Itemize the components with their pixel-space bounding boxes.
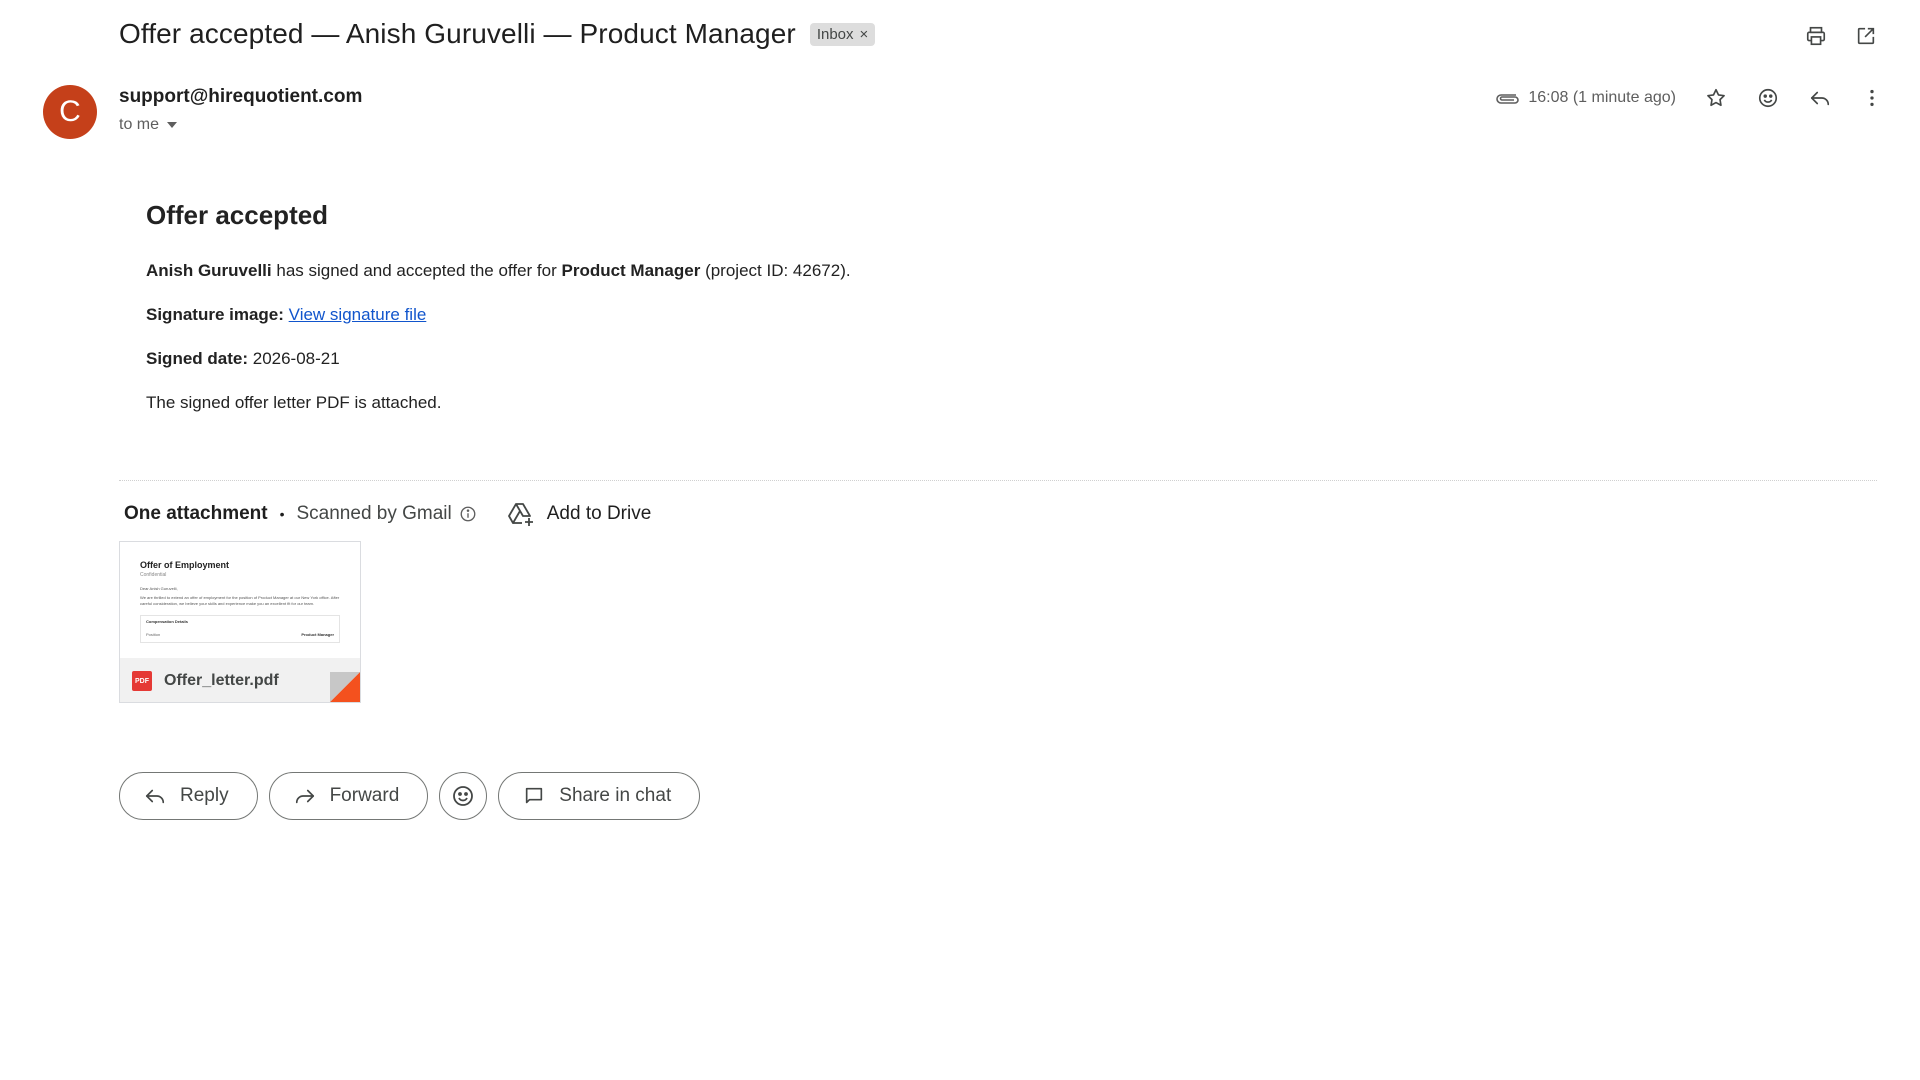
open-in-new-icon <box>1857 27 1875 45</box>
preview-row-right: Product Manager <box>301 632 334 637</box>
email-subject: Offer accepted — Anish Guruvelli — Produ… <box>119 18 796 49</box>
add-to-drive-label: Add to Drive <box>546 503 652 524</box>
pdf-file-icon: PDF <box>132 671 152 691</box>
more-options-button[interactable] <box>1860 86 1884 110</box>
attachment-preview: Offer of Employment Confidential Dear An… <box>120 542 360 658</box>
recipient-text: to me <box>119 116 160 133</box>
message-timestamp: 16:08 (1 minute ago) <box>1528 89 1676 106</box>
preview-box-heading: Compensation Details <box>146 619 189 624</box>
attachment-count: One attachment <box>124 503 268 524</box>
view-signature-link[interactable]: View signature file <box>289 305 427 324</box>
sender-avatar[interactable]: C <box>43 85 97 139</box>
inbox-label-text: Inbox <box>816 25 854 43</box>
info-icon[interactable] <box>459 505 477 523</box>
attachment-card[interactable]: Offer of Employment Confidential Dear An… <box>119 541 361 703</box>
more-vert-icon <box>1870 89 1874 107</box>
star-icon <box>1707 88 1725 107</box>
acceptance-paragraph: Anish Guruvelli has signed and accepted … <box>146 261 1346 281</box>
preview-subtitle: Confidential <box>140 572 167 578</box>
signed-date-label: Signed date: <box>146 349 249 368</box>
message-actions <box>1704 86 1884 110</box>
open-new-window-button[interactable] <box>1854 24 1878 48</box>
sender-address[interactable]: support@hirequotient.com <box>119 86 362 108</box>
print-all-button[interactable] <box>1804 24 1828 48</box>
top-toolbar <box>1804 24 1878 48</box>
recipient-row: to me <box>119 116 178 134</box>
add-to-drive-icon <box>507 503 533 526</box>
scanned-by-gmail: Scanned by Gmail <box>296 503 452 524</box>
closing-paragraph: The signed offer letter PDF is attached. <box>146 393 442 412</box>
attachment-divider <box>119 480 1877 481</box>
email-body: Offer accepted Anish Guruvelli has signe… <box>146 200 1346 437</box>
signed-date-value: 2026-08-21 <box>248 349 340 368</box>
add-to-drive-button[interactable]: Add to Drive <box>507 500 652 528</box>
reply-icon <box>145 789 165 804</box>
reply-icon <box>1810 91 1830 106</box>
preview-row: Position Product Manager <box>146 632 334 637</box>
emoji-icon <box>453 786 474 806</box>
preview-row-left: Position <box>146 632 161 637</box>
page-fold-icon <box>330 672 360 702</box>
show-details-chevron-down-icon[interactable] <box>167 122 178 128</box>
preview-text: We are thrilled to extend an offer of em… <box>140 595 340 606</box>
star-button[interactable] <box>1704 86 1728 110</box>
preview-title: Offer of Employment <box>140 560 230 570</box>
subject-row: Offer accepted — Anish Guruvelli — Produ… <box>119 18 876 50</box>
body-heading: Offer accepted <box>146 200 329 230</box>
share-in-chat-label: Share in chat <box>559 785 672 806</box>
reply-icon-button[interactable] <box>1808 86 1832 110</box>
forward-icon <box>295 789 314 804</box>
signed-date-paragraph: Signed date: 2026-08-21 <box>146 349 1346 369</box>
signature-paragraph: Signature image: View signature file <box>146 305 1346 325</box>
chat-bubble-icon <box>526 787 543 804</box>
message-meta: 16:08 (1 minute ago) <box>1494 86 1884 110</box>
emoji-icon <box>1758 88 1778 108</box>
attachment-header: One attachment • Scanned by Gmail Add to… <box>124 500 651 528</box>
project-id-text: (project ID: 42672). <box>700 261 851 280</box>
reply-label: Reply <box>180 785 229 806</box>
forward-button[interactable]: Forward <box>268 772 429 820</box>
signature-label: Signature image: <box>146 305 284 324</box>
emoji-reaction-button[interactable] <box>439 772 488 820</box>
separator-dot: • <box>279 506 285 522</box>
attachment-filename: Offer_letter.pdf <box>164 672 279 689</box>
add-reaction-button[interactable] <box>1756 86 1780 110</box>
preview-compensation-box: Compensation Details Position Product Ma… <box>140 615 340 643</box>
inbox-label-chip[interactable]: Inbox × <box>809 22 876 46</box>
role-name: Product Manager <box>561 261 701 280</box>
reply-button[interactable]: Reply <box>119 772 258 820</box>
remove-label-button[interactable]: × <box>860 26 869 43</box>
paperclip-icon <box>1496 94 1520 104</box>
share-in-chat-button[interactable]: Share in chat <box>498 772 701 820</box>
acceptance-text: has signed and accepted the offer for <box>271 261 562 280</box>
preview-greeting: Dear Anish Guruvelli, <box>140 586 178 591</box>
forward-label: Forward <box>329 785 400 806</box>
candidate-name: Anish Guruvelli <box>146 261 272 280</box>
print-icon <box>1806 26 1826 46</box>
reply-actions: Reply Forward Share in chat <box>119 772 701 820</box>
